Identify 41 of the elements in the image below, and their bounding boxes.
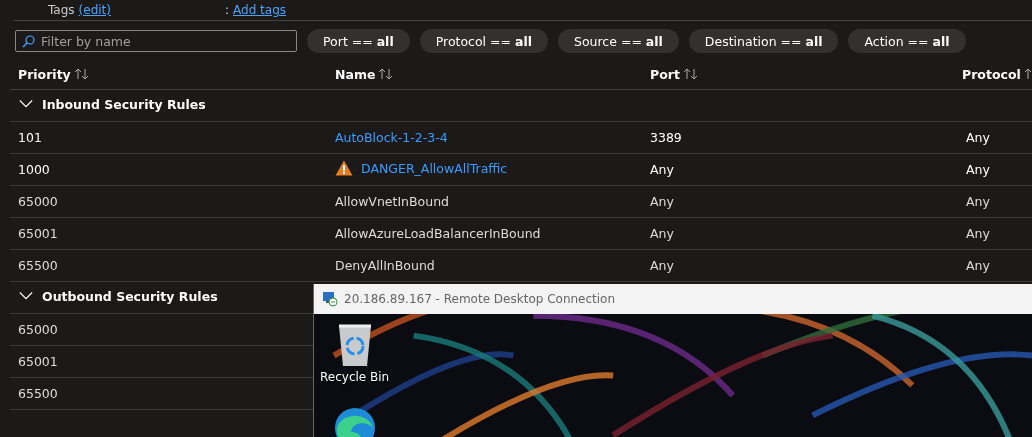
filter-pill[interactable]: Protocol == all bbox=[419, 29, 548, 53]
rule-link[interactable]: AutoBlock-1-2-3-4 bbox=[335, 130, 448, 145]
filter-field[interactable]: Filter by name bbox=[15, 30, 297, 52]
rule-link[interactable]: DANGER_AllowAllTraffic bbox=[361, 160, 508, 176]
filter-pill[interactable]: Source == all bbox=[558, 29, 679, 53]
add-tags-link[interactable]: Add tags bbox=[233, 3, 286, 17]
rule-name: AllowAzureLoadBalancerInBound bbox=[335, 226, 541, 241]
rule-name: DenyAllInBound bbox=[335, 258, 435, 273]
filter-pill[interactable]: Destination == all bbox=[688, 29, 839, 53]
column-header[interactable]: Name bbox=[335, 66, 376, 82]
priority-cell: 1000 bbox=[18, 162, 50, 177]
protocol-cell: Any bbox=[966, 162, 990, 177]
priority-cell: 101 bbox=[18, 130, 42, 145]
column-header[interactable]: Priority bbox=[18, 66, 71, 82]
priority-cell: 65500 bbox=[18, 386, 58, 401]
column-header[interactable]: Port bbox=[650, 66, 680, 82]
icon-label: Recycle Bin bbox=[320, 370, 390, 384]
group-header[interactable]: Outbound Security Rules bbox=[42, 288, 218, 304]
tags-label: Tags bbox=[48, 3, 75, 17]
filter-pill[interactable]: Port == all bbox=[307, 29, 410, 53]
priority-cell: 65500 bbox=[18, 258, 58, 273]
port-cell: Any bbox=[650, 162, 674, 177]
window-title: 20.186.89.167 - Remote Desktop Connection bbox=[344, 292, 616, 306]
port-cell: 3389 bbox=[650, 130, 682, 145]
priority-cell: 65001 bbox=[18, 226, 58, 241]
protocol-cell: Any bbox=[966, 194, 990, 209]
edit-link[interactable]: (edit) bbox=[78, 3, 111, 17]
filter-pill[interactable]: Action == all bbox=[848, 29, 966, 53]
priority-cell: 65001 bbox=[18, 354, 58, 369]
protocol-cell: Any bbox=[966, 258, 990, 273]
protocol-cell: Any bbox=[966, 130, 990, 145]
port-cell: Any bbox=[650, 194, 674, 209]
rule-name: AllowVnetInBound bbox=[335, 194, 450, 209]
priority-cell: 65000 bbox=[18, 194, 58, 209]
port-cell: Any bbox=[650, 226, 674, 241]
group-header[interactable]: Inbound Security Rules bbox=[42, 96, 206, 112]
port-cell: Any bbox=[650, 258, 674, 273]
priority-cell: 65000 bbox=[18, 322, 58, 337]
separator: : bbox=[225, 3, 230, 17]
column-header[interactable]: Protocol bbox=[962, 66, 1021, 82]
protocol-cell: Any bbox=[966, 226, 990, 241]
